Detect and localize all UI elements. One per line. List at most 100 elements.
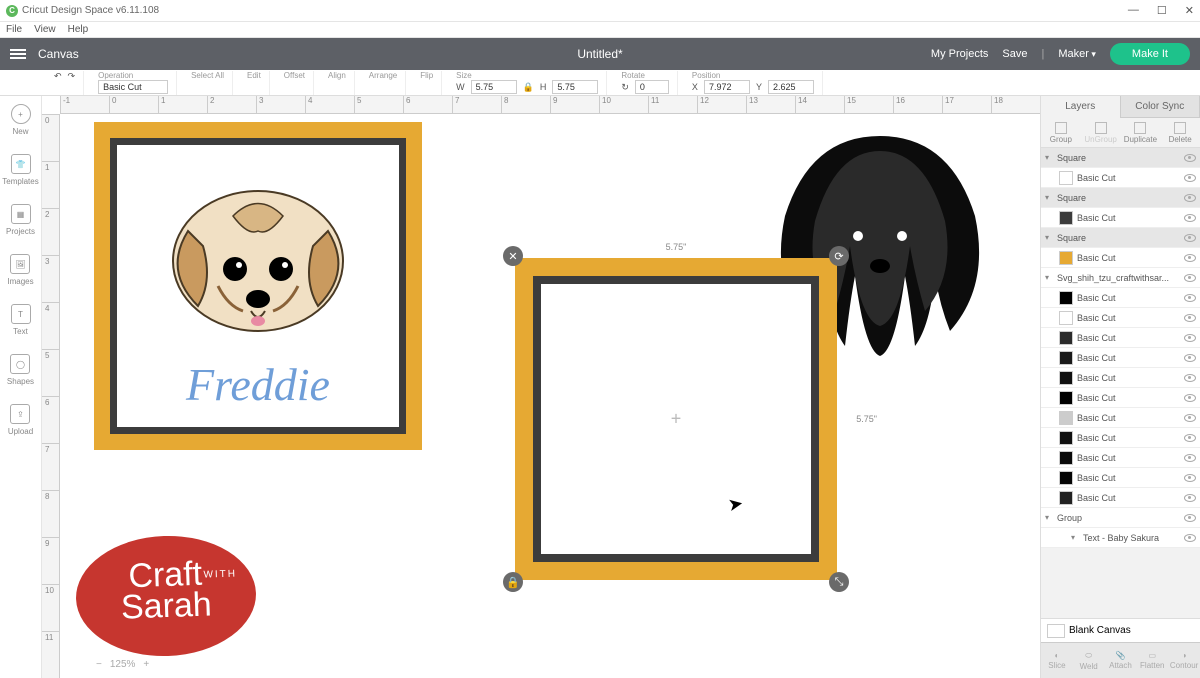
layer-row[interactable]: Basic Cut: [1041, 408, 1200, 428]
rotate-input[interactable]: [635, 80, 669, 94]
group-button[interactable]: Group: [1041, 118, 1081, 147]
visibility-icon[interactable]: [1184, 174, 1196, 182]
design-frame-freddie[interactable]: Freddie: [94, 122, 422, 450]
layer-row[interactable]: Basic Cut: [1041, 248, 1200, 268]
flatten-button[interactable]: ▭Flatten: [1136, 643, 1168, 678]
layer-row[interactable]: Basic Cut: [1041, 428, 1200, 448]
layer-row[interactable]: Basic Cut: [1041, 368, 1200, 388]
position-x-input[interactable]: [704, 80, 750, 94]
layer-group-row[interactable]: ▾Square: [1041, 148, 1200, 168]
size-w-input[interactable]: [471, 80, 517, 94]
visibility-icon[interactable]: [1184, 454, 1196, 462]
ruler-tick: 7: [452, 96, 501, 113]
layer-row[interactable]: Basic Cut: [1041, 208, 1200, 228]
menu-view[interactable]: View: [34, 24, 56, 35]
visibility-icon[interactable]: [1184, 254, 1196, 262]
resize-handle-icon[interactable]: ⤡: [829, 572, 849, 592]
layer-row[interactable]: Basic Cut: [1041, 468, 1200, 488]
layer-row[interactable]: Basic Cut: [1041, 488, 1200, 508]
chevron-down-icon[interactable]: ▾: [1045, 513, 1053, 522]
layer-group-row[interactable]: ▾Svg_shih_tzu_craftwithsar...: [1041, 268, 1200, 288]
canvas-area[interactable]: -10123456789101112131415161718 012345678…: [42, 96, 1040, 678]
duplicate-button[interactable]: Duplicate: [1121, 118, 1161, 147]
attach-icon: 📎: [1116, 651, 1126, 660]
window-close-icon[interactable]: ✕: [1185, 4, 1194, 17]
layer-row[interactable]: Basic Cut: [1041, 448, 1200, 468]
lock-handle-icon[interactable]: 🔒: [503, 572, 523, 592]
machine-selector[interactable]: Maker: [1058, 48, 1096, 60]
blank-canvas-row[interactable]: Blank Canvas: [1041, 618, 1200, 642]
redo-icon[interactable]: ↷: [68, 71, 76, 82]
visibility-icon[interactable]: [1184, 434, 1196, 442]
layer-group-row[interactable]: ▾Square: [1041, 228, 1200, 248]
window-maximize-icon[interactable]: ☐: [1157, 4, 1167, 17]
window-minimize-icon[interactable]: —: [1128, 4, 1139, 17]
visibility-icon[interactable]: [1184, 314, 1196, 322]
attach-button[interactable]: 📎Attach: [1105, 643, 1137, 678]
tab-layers[interactable]: Layers: [1041, 96, 1121, 118]
slice-button[interactable]: ◐Slice: [1041, 643, 1073, 678]
rail-new[interactable]: +New: [11, 104, 31, 136]
rail-projects[interactable]: ▦Projects: [6, 204, 35, 236]
visibility-icon[interactable]: [1184, 194, 1196, 202]
visibility-icon[interactable]: [1184, 394, 1196, 402]
undo-icon[interactable]: ↶: [54, 71, 62, 82]
tab-color-sync[interactable]: Color Sync: [1121, 96, 1200, 118]
app-logo-icon: C: [6, 5, 18, 17]
operation-select[interactable]: Basic Cut: [98, 80, 168, 94]
contour-button[interactable]: ◑Contour: [1168, 643, 1200, 678]
layer-row[interactable]: Basic Cut: [1041, 308, 1200, 328]
rail-text[interactable]: TText: [11, 304, 31, 336]
chevron-down-icon[interactable]: ▾: [1045, 153, 1053, 162]
selected-object[interactable]: 5.75" 5.75" + ✕ ⟳ 🔒 ⤡: [515, 258, 837, 580]
make-it-button[interactable]: Make It: [1110, 43, 1190, 65]
visibility-icon[interactable]: [1184, 294, 1196, 302]
chevron-down-icon[interactable]: ▾: [1071, 533, 1079, 542]
ruler-tick: 5: [42, 349, 59, 396]
visibility-icon[interactable]: [1184, 514, 1196, 522]
save-link[interactable]: Save: [1002, 48, 1027, 60]
position-y-input[interactable]: [768, 80, 814, 94]
layer-row[interactable]: Basic Cut: [1041, 348, 1200, 368]
layer-tree[interactable]: ▾SquareBasic Cut▾SquareBasic Cut▾SquareB…: [1041, 148, 1200, 618]
zoom-out-button[interactable]: −: [96, 659, 102, 670]
layer-group-row[interactable]: ▾Group: [1041, 508, 1200, 528]
visibility-icon[interactable]: [1184, 474, 1196, 482]
visibility-icon[interactable]: [1184, 354, 1196, 362]
visibility-icon[interactable]: [1184, 534, 1196, 542]
lock-icon[interactable]: 🔒: [523, 82, 534, 93]
rail-templates[interactable]: 👕Templates: [2, 154, 38, 186]
rail-upload[interactable]: ⇪Upload: [8, 404, 33, 436]
hamburger-icon[interactable]: [10, 49, 26, 59]
ungroup-button[interactable]: UnGroup: [1081, 118, 1121, 147]
layer-row[interactable]: Basic Cut: [1041, 388, 1200, 408]
chevron-down-icon[interactable]: ▾: [1045, 193, 1053, 202]
visibility-icon[interactable]: [1184, 414, 1196, 422]
visibility-icon[interactable]: [1184, 494, 1196, 502]
layer-row[interactable]: Basic Cut: [1041, 328, 1200, 348]
chevron-down-icon[interactable]: ▾: [1045, 233, 1053, 242]
visibility-icon[interactable]: [1184, 234, 1196, 242]
menu-help[interactable]: Help: [68, 24, 89, 35]
visibility-icon[interactable]: [1184, 214, 1196, 222]
layer-row[interactable]: Basic Cut: [1041, 288, 1200, 308]
visibility-icon[interactable]: [1184, 374, 1196, 382]
menu-file[interactable]: File: [6, 24, 22, 35]
rotate-handle-icon[interactable]: ⟳: [829, 246, 849, 266]
visibility-icon[interactable]: [1184, 154, 1196, 162]
zoom-in-button[interactable]: +: [143, 659, 149, 670]
artboard[interactable]: Freddie 5.75" 5.75" + ✕ ⟳ 🔒: [60, 114, 1040, 678]
layer-row[interactable]: ▾Text - Baby Sakura: [1041, 528, 1200, 548]
visibility-icon[interactable]: [1184, 274, 1196, 282]
my-projects-link[interactable]: My Projects: [931, 48, 988, 60]
chevron-down-icon[interactable]: ▾: [1045, 273, 1053, 282]
rail-images[interactable]: 🖼Images: [7, 254, 33, 286]
layer-group-row[interactable]: ▾Square: [1041, 188, 1200, 208]
delete-handle-icon[interactable]: ✕: [503, 246, 523, 266]
visibility-icon[interactable]: [1184, 334, 1196, 342]
layer-row[interactable]: Basic Cut: [1041, 168, 1200, 188]
size-h-input[interactable]: [552, 80, 598, 94]
delete-button[interactable]: Delete: [1160, 118, 1200, 147]
weld-button[interactable]: ⬭Weld: [1073, 643, 1105, 678]
rail-shapes[interactable]: ◯Shapes: [7, 354, 34, 386]
